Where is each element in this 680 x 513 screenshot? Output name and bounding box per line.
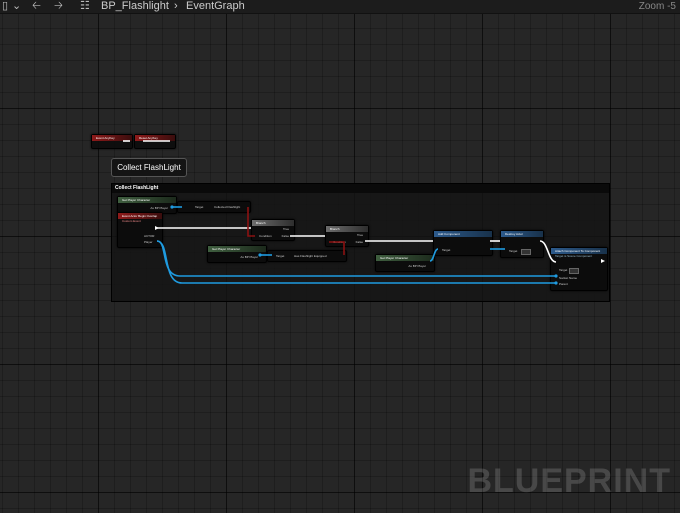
pin[interactable] [170, 205, 174, 209]
back-arrow-icon[interactable]: 🡠 [32, 0, 41, 13]
graph-watermark: BLUEPRINT [467, 462, 671, 500]
bool-wire [247, 207, 255, 237]
forward-arrow-icon[interactable]: 🡢 [54, 0, 63, 13]
chevron-down-icon[interactable]: ⌄ [12, 0, 21, 13]
wire-layer [123, 140, 605, 285]
bool-wire [329, 241, 345, 255]
graph-toolbar: ▯ ⌄ 🡠 🡢 ☷ BP_Flashlight › EventGraph Zoo… [0, 0, 680, 14]
breadcrumb-separator: › [174, 0, 178, 12]
breadcrumb-graph[interactable]: EventGraph [186, 0, 245, 13]
pin[interactable] [554, 281, 558, 285]
object-wire [429, 248, 439, 262]
exec-pin[interactable] [601, 259, 605, 263]
menu-icon[interactable]: ▯ [2, 0, 8, 13]
object-wire [156, 240, 556, 277]
graph-canvas[interactable]: ▯ ⌄ 🡠 🡢 ☷ BP_Flashlight › EventGraph Zoo… [0, 0, 680, 513]
exec-wire [539, 240, 557, 263]
exec-pin[interactable] [155, 226, 159, 230]
breadcrumb-blueprint[interactable]: BP_Flashlight [101, 0, 169, 13]
graph-icon: ☷ [80, 0, 90, 12]
pin[interactable] [554, 274, 558, 278]
zoom-level: Zoom -5 [638, 1, 676, 12]
pin[interactable] [258, 253, 262, 257]
